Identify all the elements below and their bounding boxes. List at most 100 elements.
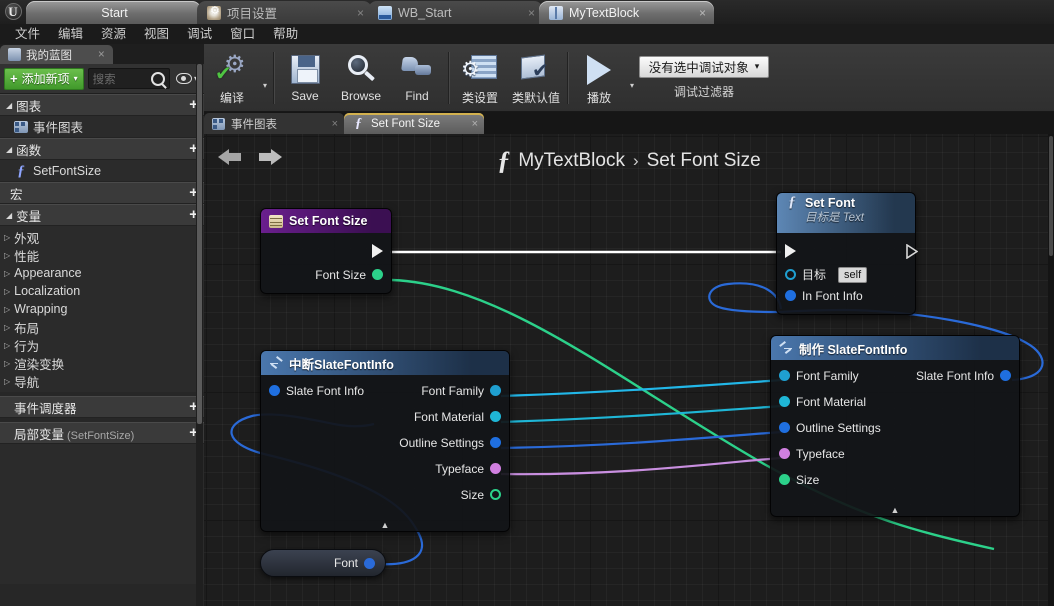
outline-settings-in-pin[interactable] [779,422,790,433]
typeface-in-pin[interactable] [779,448,790,459]
pin-row-font-size[interactable]: Font Size [261,264,391,285]
font-family-out-pin[interactable] [490,385,501,396]
pin-label: Typeface [796,446,845,461]
section-header-graphs[interactable]: ◢ 图表 + [0,94,204,116]
node-set-font-size[interactable]: Set Font Size Font Size [260,208,392,294]
variable-category-behavior[interactable]: ▷ 行为 [0,336,204,354]
pin-row-typeface[interactable]: Typeface [261,458,509,479]
node-set-font[interactable]: ƒ Set Font 目标是 Text 目标 self In Font Info [776,192,918,315]
node-make-slatefontinfo[interactable]: 制作 SlateFontInfo Slate Font Info Font Fa… [770,335,1020,517]
font-material-in-pin[interactable] [779,396,790,407]
font-size-out-pin[interactable] [372,269,383,280]
in-font-info-pin[interactable] [785,290,796,301]
close-icon[interactable]: × [699,6,706,20]
close-icon[interactable]: × [332,118,338,130]
blueprint-graph-canvas[interactable]: ƒ MyTextBlock › Set Font Size Set Font S… [204,134,1054,606]
variable-category-performance-cn[interactable]: ▷ 性能 [0,246,204,264]
tab-my-blueprint[interactable]: 我的蓝图 × [0,45,113,64]
size-out-pin[interactable] [490,489,501,500]
variable-category-localization[interactable]: ▷ Localization [0,282,204,300]
collapse-arrow-icon[interactable]: ▲ [261,520,509,530]
window-tab-start[interactable]: Start [26,1,201,24]
font-material-out-pin[interactable] [490,411,501,422]
menu-item-view[interactable]: 视图 [135,24,178,44]
menu-item-window[interactable]: 窗口 [221,24,264,44]
window-tab-wb-start[interactable]: WB_Start × [368,1,543,24]
window-tab-mytextblock[interactable]: MyTextBlock × [539,1,714,24]
variable-category-render-transform[interactable]: ▷ 渲染变换 [0,354,204,372]
slate-font-info-out-pin[interactable] [1000,370,1011,381]
pin-row-typeface-in[interactable]: Typeface [771,443,1019,464]
variable-category-appearance-cn[interactable]: ▷ 外观 [0,228,204,246]
save-button[interactable]: Save [277,47,333,109]
menu-item-edit[interactable]: 编辑 [49,24,92,44]
variable-category-navigation[interactable]: ▷ 导航 [0,372,204,390]
section-header-event-dispatchers[interactable]: 事件调度器 + [0,396,204,418]
graph-vertical-scrollbar[interactable] [1048,134,1054,606]
tree-item-setfontsize[interactable]: ƒ SetFontSize [0,160,204,182]
menu-item-assets[interactable]: 资源 [92,24,135,44]
pin-row-exec-out[interactable] [261,238,391,264]
variable-category-wrapping[interactable]: ▷ Wrapping [0,300,204,318]
close-icon[interactable]: × [357,6,364,20]
compile-button[interactable]: 编译 [204,47,260,109]
section-header-variables[interactable]: ◢ 变量 + [0,204,204,226]
tree-item-label: SetFontSize [33,163,102,178]
variable-category-layout[interactable]: ▷ 布局 [0,318,204,336]
find-button[interactable]: Find [389,47,445,109]
class-settings-button[interactable]: 类设置 [452,47,508,109]
window-tab-project-settings[interactable]: 项目设置 × [197,1,372,24]
collapse-arrow-icon[interactable]: ▲ [771,505,1019,515]
compile-dropdown-caret[interactable]: ▾ [263,65,267,90]
pin-row-slate-font-info-out[interactable]: Slate Font Info [902,365,1019,386]
pin-row-size[interactable]: Size [261,484,509,505]
graph-tab-event-graph[interactable]: 事件图表 × [204,113,344,134]
slate-font-info-in-pin[interactable] [269,385,280,396]
close-icon[interactable]: × [528,6,535,20]
section-header-functions[interactable]: ◢ 函数 + [0,138,204,160]
typeface-out-pin[interactable] [490,463,501,474]
left-panel-scrollbar[interactable] [196,64,203,606]
outline-settings-out-pin[interactable] [490,437,501,448]
section-header-macros[interactable]: 宏 + [0,182,204,204]
exec-in-pin[interactable] [785,244,796,258]
pin-row-size-in[interactable]: Size [771,469,1019,490]
close-icon[interactable]: × [472,118,478,130]
menu-item-debug[interactable]: 调试 [178,24,221,44]
pin-row-target[interactable]: 目标 self [777,264,915,285]
variable-category-appearance[interactable]: ▷ Appearance [0,264,204,282]
browse-button[interactable]: Browse [333,47,389,109]
size-in-pin[interactable] [779,474,790,485]
node-font-getter[interactable]: Font [260,549,386,577]
exec-out-pin[interactable] [896,244,918,259]
pin-row-slate-font-info-in[interactable]: Slate Font Info [261,380,378,401]
section-header-local-variables[interactable]: 局部变量 (SetFontSize) + [0,422,204,444]
tree-item-event-graph[interactable]: 事件图表 [0,116,204,138]
font-out-pin[interactable] [364,557,375,569]
node-title: 制作 SlateFontInfo [799,342,908,357]
save-label: Save [291,88,319,103]
pin-row-font-material-in[interactable]: Font Material [771,391,1019,412]
forward-arrow-icon[interactable] [256,146,282,168]
back-arrow-icon[interactable] [218,146,244,168]
play-button[interactable]: 播放 [571,47,627,109]
close-icon[interactable]: × [98,49,105,61]
class-defaults-button[interactable]: 类默认值 [508,47,564,109]
node-break-slatefontinfo[interactable]: 中断SlateFontInfo Slate Font Info Font Fam… [260,350,510,532]
play-dropdown-caret[interactable]: ▾ [630,65,634,90]
graph-tab-set-font-size[interactable]: ƒ Set Font Size × [344,113,484,134]
pin-row-in-font-info[interactable]: In Font Info [777,285,915,306]
menu-item-file[interactable]: 文件 [6,24,49,44]
pin-row-outline-settings-in[interactable]: Outline Settings [771,417,1019,438]
debug-object-select[interactable]: 没有选中调试对象 ▾ [639,55,770,78]
pin-row-font-material[interactable]: Font Material [261,406,509,427]
target-in-pin[interactable] [785,269,796,280]
font-family-in-pin[interactable] [779,370,790,381]
menu-item-help[interactable]: 帮助 [264,24,307,44]
add-new-button[interactable]: + 添加新项 ▾ [4,67,84,90]
search-input[interactable]: 搜索 [87,68,170,89]
pin-row-outline-settings[interactable]: Outline Settings [261,432,509,453]
target-value-self[interactable]: self [838,266,868,283]
pin-row-exec[interactable] [777,238,918,264]
exec-out-pin[interactable] [372,244,383,258]
